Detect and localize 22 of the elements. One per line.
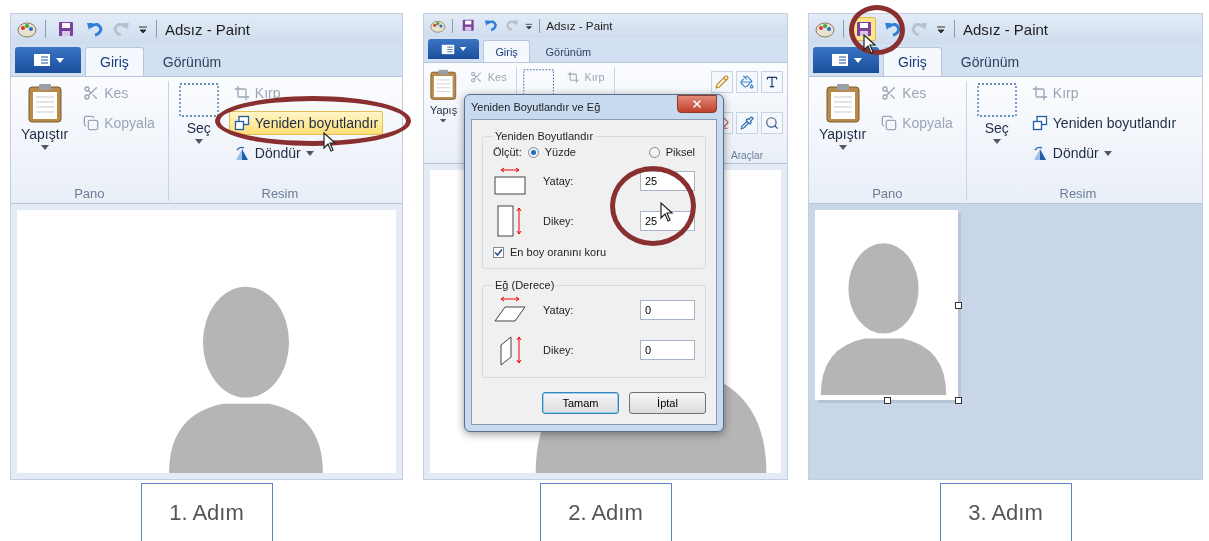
group-title: Yeniden Boyutlandır	[494, 130, 595, 142]
dialog-title: Yeniden Boyutlandır ve Eğ	[471, 101, 601, 113]
group-label: Resim	[261, 186, 299, 201]
group-label: Pano	[872, 186, 903, 201]
field-label: Dikey:	[543, 344, 575, 356]
field-label: Yatay:	[543, 304, 575, 316]
step-label: 3. Adım	[939, 483, 1072, 541]
window-title: Adsız - Paint	[165, 20, 251, 38]
checkbox-label: En boy oranını koru	[510, 246, 606, 258]
radio-label: Piksel	[665, 146, 695, 158]
radio-label: Yüzde	[544, 146, 576, 158]
window-title: Adsız - Paint	[546, 19, 613, 33]
field-label: Dikey:	[543, 215, 575, 227]
step-label: 1. Adım	[140, 483, 273, 541]
group-label: Pano	[74, 186, 105, 201]
step-label: 2. Adım	[539, 483, 672, 541]
window-title: Adsız - Paint	[963, 20, 1049, 38]
field-label: Yatay:	[543, 175, 575, 187]
group-title: Eğ (Derece)	[494, 279, 556, 291]
group-label: Resim	[1059, 186, 1097, 201]
group-label: Araçlar	[730, 149, 764, 161]
unit-label: Ölçüt:	[493, 146, 522, 158]
